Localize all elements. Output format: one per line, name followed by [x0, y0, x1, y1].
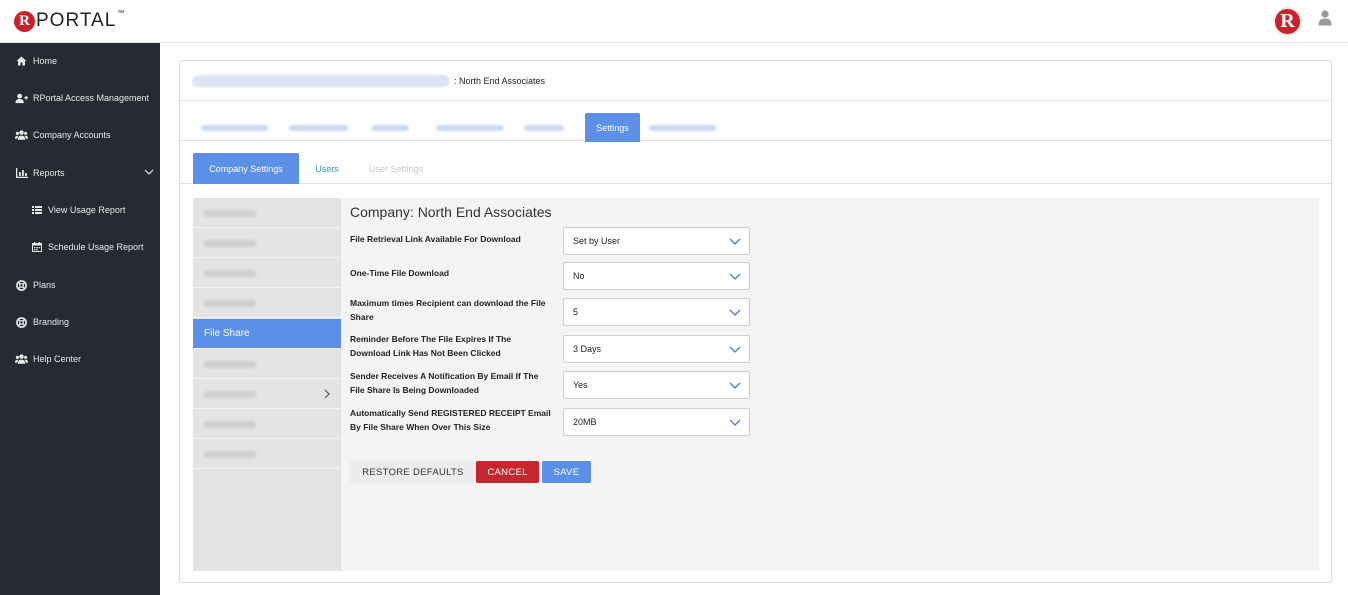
rportal-logo[interactable]: R PORTAL™	[14, 9, 125, 33]
sidebar-item-label: Help Center	[33, 354, 82, 364]
top-bar: R PORTAL™ R	[0, 0, 1348, 43]
settings-panel: File Share Company: North End Associates…	[193, 198, 1319, 571]
chevron-down-icon	[729, 382, 741, 389]
logo-r-mark: R	[14, 10, 35, 32]
chevron-down-icon[interactable]	[144, 167, 154, 177]
chevron-down-icon	[729, 273, 741, 280]
tab-redacted-1[interactable]	[195, 113, 275, 142]
sidebar-item-plans[interactable]: Plans	[0, 274, 160, 296]
lifebuoy-icon	[15, 279, 28, 291]
restore-defaults-button[interactable]: RESTORE DEFAULTS	[350, 461, 476, 483]
sidebar-item-home[interactable]: Home	[0, 50, 160, 72]
submenu-item-redacted-5[interactable]	[193, 349, 341, 379]
tab-users[interactable]: Users	[306, 153, 348, 184]
tab-settings[interactable]: Settings	[585, 113, 640, 142]
chevron-down-icon	[729, 238, 741, 245]
sidebar-item-label: Branding	[33, 317, 70, 327]
chevron-down-icon	[729, 309, 741, 316]
company-card: : North End Associates Settings Company …	[179, 60, 1332, 583]
select-value: Set by User	[573, 236, 621, 246]
field-label-sender-notification: Sender Receives A Notification By Email …	[350, 371, 539, 395]
tab-company-settings[interactable]: Company Settings	[193, 153, 299, 184]
form-title: Company: North End Associates	[350, 204, 552, 220]
max-downloads-select[interactable]: 5	[563, 298, 750, 326]
submenu-item-redacted-2[interactable]	[193, 228, 341, 258]
select-value: 5	[573, 307, 579, 317]
select-value: Yes	[573, 380, 588, 390]
tab-redacted-2[interactable]	[283, 113, 355, 142]
tab-redacted-6[interactable]	[643, 113, 723, 142]
tab-redacted-3[interactable]	[365, 113, 415, 142]
submenu-item-redacted-4[interactable]	[193, 288, 341, 318]
users-icon	[15, 353, 28, 365]
field-label-max-downloads: Maximum times Recipient can download the…	[350, 298, 546, 322]
redacted-account-id	[192, 75, 450, 87]
sidebar-item-label: Home	[33, 56, 58, 66]
sidebar-item-reports[interactable]: Reports	[0, 162, 160, 184]
sidebar-item-company-accounts[interactable]: Company Accounts	[0, 124, 160, 146]
lifebuoy-icon	[15, 316, 28, 328]
primary-tab-bar: Settings	[180, 102, 1331, 142]
tab-user-settings: User Settings	[368, 163, 424, 174]
sidebar-item-label: Schedule Usage Report	[48, 242, 144, 252]
sidebar-item-label: Company Accounts	[33, 130, 111, 140]
company-name-heading: : North End Associates	[454, 76, 546, 86]
submenu-item-redacted-6[interactable]	[193, 379, 341, 409]
submenu-item-file-share[interactable]: File Share	[193, 319, 341, 349]
submenu-item-redacted-3[interactable]	[193, 258, 341, 288]
bar-chart-icon	[15, 167, 28, 179]
registered-receipt-select[interactable]: 20MB	[563, 408, 750, 436]
sidebar: Home RPortal Access Management Company A…	[0, 43, 160, 595]
submenu-item-redacted-8[interactable]	[193, 439, 341, 469]
field-label-one-time-download: One-Time File Download	[350, 268, 450, 278]
chevron-right-icon[interactable]	[323, 389, 331, 399]
settings-submenu: File Share	[193, 198, 341, 571]
logo-wordmark: PORTAL™	[36, 10, 126, 31]
one-time-download-select[interactable]: No	[563, 262, 750, 290]
retrieval-link-select[interactable]: Set by User	[563, 227, 750, 255]
select-value: 20MB	[573, 417, 597, 427]
save-button[interactable]: SAVE	[542, 461, 591, 483]
chevron-down-icon	[729, 346, 741, 353]
sidebar-item-branding[interactable]: Branding	[0, 311, 160, 333]
card-header: : North End Associates	[180, 61, 1331, 101]
secondary-tab-bar: Company Settings Users User Settings	[180, 142, 1331, 184]
chevron-down-icon	[729, 419, 741, 426]
sidebar-item-label: Plans	[33, 280, 56, 290]
sidebar-item-label: View Usage Report	[48, 205, 126, 215]
sidebar-item-access-management[interactable]: RPortal Access Management	[0, 87, 160, 109]
user-plus-icon	[15, 92, 28, 104]
brand-badge[interactable]: R	[1273, 7, 1302, 36]
field-label-retrieval-link: File Retrieval Link Available For Downlo…	[350, 234, 521, 244]
field-label-reminder: Reminder Before The File Expires If The …	[350, 334, 512, 358]
submenu-item-redacted-7[interactable]	[193, 409, 341, 439]
select-value: 3 Days	[573, 344, 602, 354]
submenu-item-redacted-1[interactable]	[193, 198, 341, 228]
tab-redacted-4[interactable]	[430, 113, 510, 142]
sidebar-item-schedule-usage-report[interactable]: Schedule Usage Report	[0, 236, 160, 258]
list-icon	[30, 204, 43, 216]
sidebar-item-view-usage-report[interactable]: View Usage Report	[0, 199, 160, 221]
sidebar-item-label: Reports	[33, 168, 65, 178]
field-label-registered-receipt: Automatically Send REGISTERED RECEIPT Em…	[350, 408, 551, 432]
reminder-select[interactable]: 3 Days	[563, 335, 750, 363]
cancel-button[interactable]: CANCEL	[476, 461, 539, 483]
home-icon	[15, 55, 28, 67]
select-value: No	[573, 271, 585, 281]
sidebar-item-label: RPortal Access Management	[33, 93, 150, 103]
sender-notification-select[interactable]: Yes	[563, 371, 750, 399]
sidebar-item-help-center[interactable]: Help Center	[0, 348, 160, 370]
users-icon	[15, 129, 28, 141]
calendar-icon	[30, 241, 43, 253]
tab-redacted-5[interactable]	[518, 113, 570, 142]
user-icon[interactable]	[1318, 10, 1332, 26]
